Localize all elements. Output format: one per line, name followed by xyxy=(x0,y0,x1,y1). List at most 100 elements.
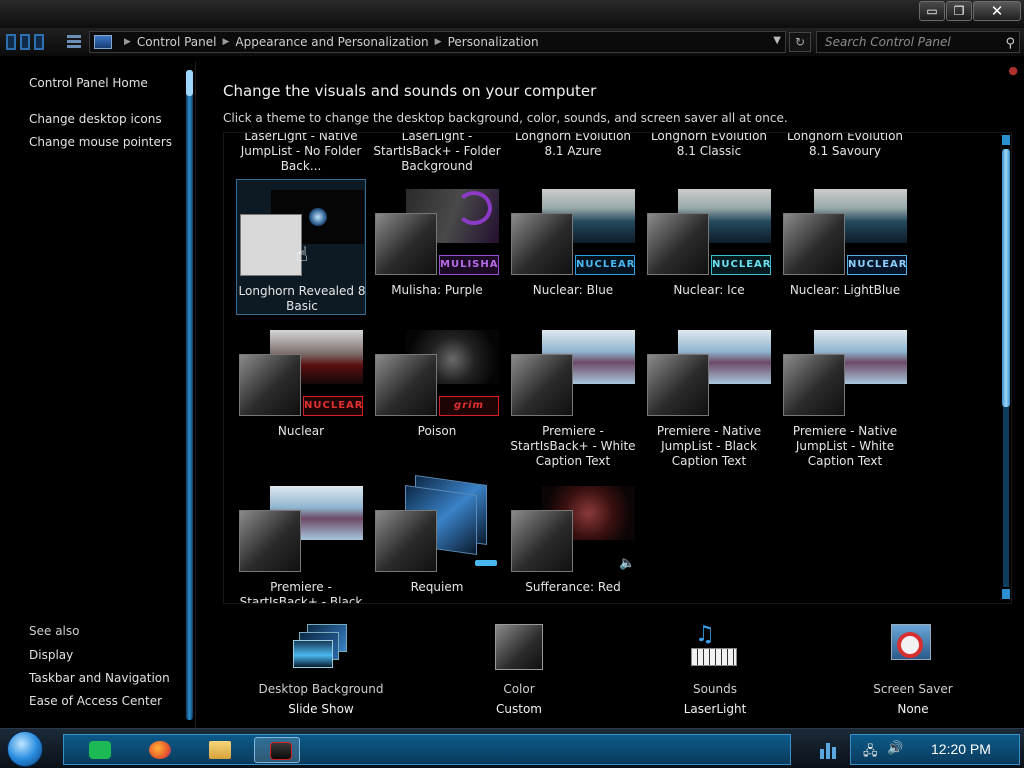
theme-item[interactable]: MULISHA Mulisha: Purple xyxy=(372,179,502,315)
theme-color-swatch xyxy=(239,510,301,572)
theme-gallery[interactable]: LaserLight - Native JumpList - No Folder… xyxy=(223,132,1012,604)
taskbar-navigation-link[interactable]: Taskbar and Navigation xyxy=(29,671,170,685)
theme-color-swatch xyxy=(240,214,302,276)
navigation-bar: ▶ Control Panel ▶ Appearance and Persona… xyxy=(0,28,1024,56)
search-input[interactable]: Search Control Panel ⚲ xyxy=(816,31,1020,53)
sounds-label: Sounds xyxy=(692,682,738,696)
scroll-thumb[interactable] xyxy=(1002,149,1010,407)
theme-label: Longhorn Evolution 8.1 Azure xyxy=(514,132,632,158)
theme-item-selected[interactable]: ☝ Longhorn Revealed 8 Basic xyxy=(236,179,366,315)
control-panel-home-link[interactable]: Control Panel Home xyxy=(29,76,148,90)
theme-label: Nuclear: Blue xyxy=(532,283,614,297)
theme-color-swatch xyxy=(239,354,301,416)
help-icon[interactable]: ● xyxy=(1008,64,1018,77)
menu-icon[interactable] xyxy=(67,33,81,51)
control-panel-app-icon xyxy=(270,742,292,760)
close-button[interactable]: ✕ xyxy=(973,1,1021,21)
theme-label: Nuclear: LightBlue xyxy=(789,283,901,297)
ease-of-access-link[interactable]: Ease of Access Center xyxy=(29,694,162,708)
theme-color-swatch xyxy=(511,213,573,275)
desktop-background-button[interactable]: Desktop Background Slide Show xyxy=(241,622,401,716)
breadcrumb-control-panel[interactable]: Control Panel xyxy=(137,35,217,49)
theme-item[interactable]: grim Poison xyxy=(372,320,502,456)
change-desktop-icons-link[interactable]: Change desktop icons xyxy=(29,112,162,126)
theme-label: Premiere - Native JumpList - White Capti… xyxy=(792,424,898,468)
search-icon[interactable]: ⚲ xyxy=(1005,34,1015,54)
address-bar[interactable]: ▶ Control Panel ▶ Appearance and Persona… xyxy=(89,31,786,53)
left-pane-scrollbar[interactable] xyxy=(186,70,193,720)
scroll-down-icon[interactable] xyxy=(1002,589,1010,599)
theme-label: Premiere - StartIsBack+ - Black xyxy=(239,580,363,604)
gallery-scrollbar[interactable] xyxy=(1000,133,1011,603)
theme-item[interactable]: Premiere - Native JumpList - White Capti… xyxy=(780,320,910,470)
left-pane-scroll-thumb[interactable] xyxy=(186,70,193,96)
breadcrumb-separator-icon[interactable]: ▶ xyxy=(435,37,442,47)
taskbar-app[interactable] xyxy=(74,737,120,763)
see-also-heading: See also xyxy=(29,624,80,638)
theme-color-swatch xyxy=(511,354,573,416)
breadcrumb-separator-icon[interactable]: ▶ xyxy=(223,37,230,47)
search-placeholder: Search Control Panel xyxy=(825,35,951,49)
control-panel-icon xyxy=(94,35,112,49)
network-icon[interactable]: 🖧 xyxy=(863,742,878,764)
theme-item[interactable]: NUCLEAR Nuclear: Ice xyxy=(644,179,774,315)
minimize-button[interactable]: ▭ xyxy=(919,1,945,21)
theme-label: Requiem xyxy=(410,580,464,594)
refresh-button[interactable]: ↻ xyxy=(789,32,811,52)
layout-icon[interactable] xyxy=(6,32,58,52)
theme-color-swatch xyxy=(647,354,709,416)
color-swatch-icon xyxy=(491,622,547,670)
theme-label: Longhorn Evolution 8.1 Classic xyxy=(650,132,768,158)
screen-saver-button[interactable]: Screen Saver None xyxy=(833,622,993,716)
breadcrumb-appearance[interactable]: Appearance and Personalization xyxy=(235,35,428,49)
firefox-icon xyxy=(149,741,171,759)
desktop-background-icon xyxy=(293,622,349,670)
clock[interactable]: 12:20 PM xyxy=(931,741,991,757)
theme-color-swatch xyxy=(511,510,573,572)
scroll-up-icon[interactable] xyxy=(1002,135,1010,145)
page-subtitle: Click a theme to change the desktop back… xyxy=(223,111,788,125)
theme-color-swatch xyxy=(375,510,437,572)
theme-label: Nuclear xyxy=(277,424,325,438)
taskbar-app-active[interactable] xyxy=(254,737,300,763)
left-task-pane: Control Panel Home Change desktop icons … xyxy=(0,62,196,728)
theme-item[interactable]: Requiem xyxy=(372,474,502,603)
screen-saver-value: None xyxy=(897,702,929,716)
theme-item[interactable]: 🔈 Sufferance: Red xyxy=(508,476,638,603)
theme-item[interactable]: Premiere - Native JumpList - Black Capti… xyxy=(644,320,774,470)
theme-item[interactable]: NUCLEAR Nuclear xyxy=(236,320,366,456)
theme-item[interactable]: Premiere - StartIsBack+ - Black xyxy=(236,476,366,604)
color-label: Color xyxy=(503,682,535,696)
display-link[interactable]: Display xyxy=(29,648,73,662)
desktop-background-label: Desktop Background xyxy=(258,682,384,696)
theme-color-swatch xyxy=(783,354,845,416)
breadcrumb-separator-icon[interactable]: ▶ xyxy=(124,37,131,47)
show-desktop-icon[interactable] xyxy=(820,739,836,759)
theme-color-swatch xyxy=(783,213,845,275)
logo-icon xyxy=(309,208,327,226)
breadcrumb-personalization[interactable]: Personalization xyxy=(448,35,539,49)
theme-label: Longhorn Evolution 8.1 Savoury xyxy=(786,132,904,158)
theme-color-swatch xyxy=(375,354,437,416)
theme-badge: NUCLEAR xyxy=(303,396,363,416)
taskbar-app-strip xyxy=(63,734,791,765)
theme-badge: grim xyxy=(439,396,499,416)
theme-item[interactable]: NUCLEAR Nuclear: LightBlue xyxy=(780,179,910,315)
color-button[interactable]: Color Custom xyxy=(439,622,599,716)
taskbar-app[interactable] xyxy=(194,737,240,763)
chevron-down-icon[interactable]: ▼ xyxy=(773,35,781,46)
maximize-button[interactable]: ❐ xyxy=(946,1,972,21)
volume-icon[interactable]: 🔊 xyxy=(887,741,903,756)
theme-settings-bar: Desktop Background Slide Show Color Cust… xyxy=(200,612,1024,728)
change-mouse-pointers-link[interactable]: Change mouse pointers xyxy=(29,135,172,149)
window-title-bar: ▭ ❐ ✕ xyxy=(0,0,1024,28)
folder-icon xyxy=(209,741,231,759)
theme-item[interactable]: NUCLEAR Nuclear: Blue xyxy=(508,179,638,315)
start-button[interactable] xyxy=(7,731,43,767)
sounds-button[interactable]: ♫ Sounds LaserLight xyxy=(635,622,795,716)
sounds-value: LaserLight xyxy=(683,702,747,716)
screen-saver-label: Screen Saver xyxy=(873,682,953,696)
theme-item[interactable]: Premiere - StartIsBack+ - White Caption … xyxy=(508,320,638,470)
screen-saver-icon xyxy=(885,622,941,670)
taskbar-app[interactable] xyxy=(134,737,180,763)
